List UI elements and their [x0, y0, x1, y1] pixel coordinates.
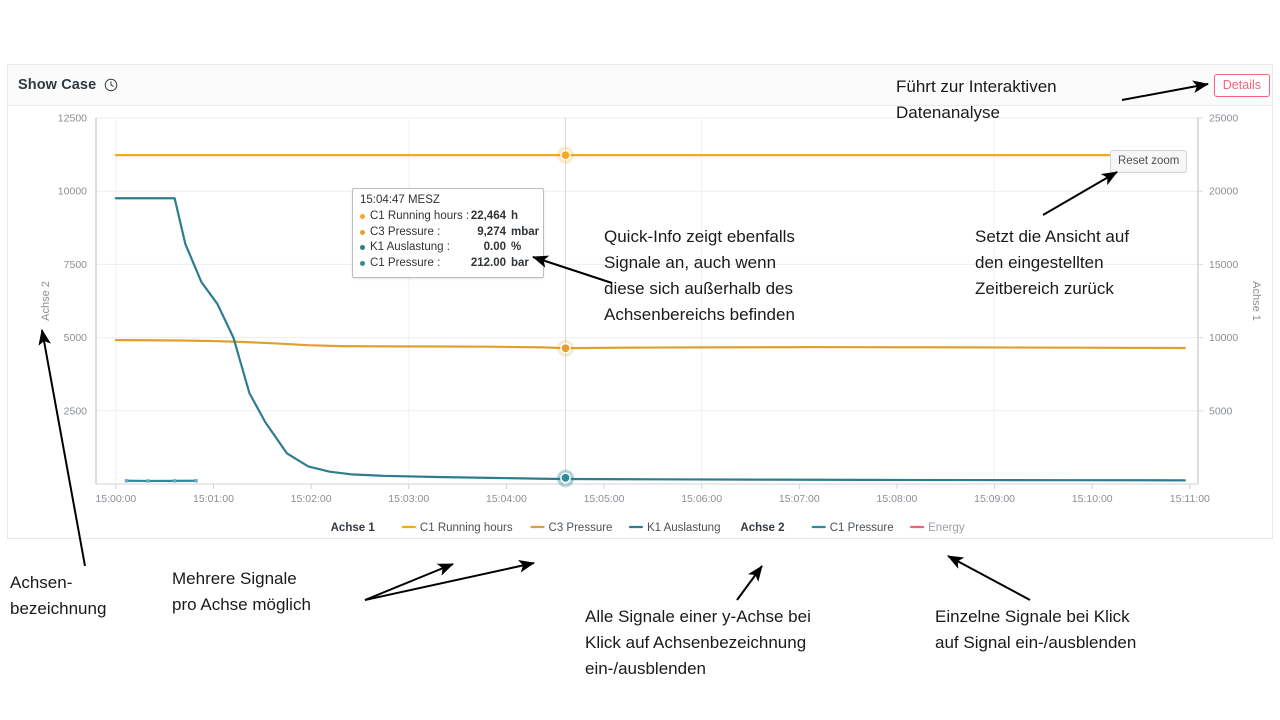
tooltip-series-dot: [360, 229, 365, 235]
screenshot-root: Show Case 2500 5000 7500 10000 12500 5000 1000…: [0, 0, 1280, 720]
legend-series-item[interactable]: C1 Pressure: [830, 522, 894, 534]
y-axis-left-title[interactable]: Achse 2: [40, 281, 52, 321]
x-axis-tick-label: 15:00:00: [95, 493, 136, 505]
x-axis-tick-label: 15:04:00: [486, 493, 527, 505]
tooltip-series-dot: [360, 260, 365, 266]
chart-tooltip: 15:04:47 MESZ C1 Running hours :22,464 h C…: [352, 188, 544, 278]
x-axis-tick-label: 15:10:00: [1072, 493, 1113, 505]
y-axis-left-tick-label: 2500: [64, 405, 88, 417]
annotation-axis-toggle: Alle Signale einer y-Achse bei Klick auf…: [585, 607, 811, 678]
x-axis-tick-label: 15:08:00: [876, 493, 917, 505]
x-axis-tick-label: 15:01:00: [193, 493, 234, 505]
tooltip-series-dot: [360, 214, 365, 220]
page-title: Show Case: [18, 77, 97, 93]
annotation-quickinfo: Quick-Info zeigt ebenfalls Signale an, a…: [604, 227, 795, 324]
tooltip-row: C1 Running hours :22,464 h: [360, 209, 536, 225]
tooltip-series-value: 22,464: [470, 210, 506, 222]
series-point-marker[interactable]: [194, 479, 198, 483]
tooltip-series-dot: [360, 245, 365, 251]
legend-axis-group-label[interactable]: Achse 2: [740, 522, 784, 534]
tooltip-series-unit: %: [511, 241, 522, 253]
clock-icon: [104, 78, 118, 92]
arrow-legend-energy: [947, 555, 1031, 601]
legend-series-item[interactable]: K1 Auslastung: [647, 522, 721, 534]
arrow-legend-c1-running-hours: [364, 563, 454, 601]
y-axis-right-tick-label: 10000: [1209, 332, 1238, 344]
y-axis-right-tick-label: 20000: [1209, 186, 1238, 198]
arrow-legend-achse-2: [736, 565, 763, 601]
x-axis-tick-label: 15:11:00: [1170, 493, 1210, 505]
tooltip-row: K1 Auslastung : 0.00%: [360, 240, 536, 256]
tooltip-row: C1 Pressure : 212.00 bar: [360, 256, 536, 272]
tooltip-row: C3 Pressure : 9,274 mbar: [360, 225, 540, 241]
tooltip-series-name: K1 Auslastung :: [370, 241, 450, 253]
tooltip-series-name: C3 Pressure :: [370, 225, 441, 238]
annotation-details: Führt zur Interaktiven Datenanalyse: [896, 77, 1057, 122]
y-axis-left-tick-label: 10000: [58, 186, 87, 198]
crosshair-marker[interactable]: [560, 342, 571, 354]
x-axis-tick-label: 15:05:00: [584, 493, 625, 505]
details-button[interactable]: Details: [1213, 74, 1270, 97]
y-axis-right-title[interactable]: Achse 1: [1250, 281, 1262, 321]
y-axis-left-tick-label: 12500: [58, 113, 87, 125]
annotation-multi-signal: Mehrere Signale pro Achse möglich: [172, 569, 311, 614]
y-axis-right-tick-label: 25000: [1209, 113, 1238, 125]
tooltip-series-value: 0.00: [483, 241, 506, 253]
annotation-axis-label: Achsen- bezeichnung: [10, 573, 107, 618]
tooltip-series-unit: bar: [511, 256, 529, 269]
tooltip-timestamp: 15:04:47 MESZ: [360, 194, 440, 206]
tooltip-series-name: C1 Running hours :: [370, 210, 470, 222]
series-point-marker[interactable]: [146, 479, 150, 483]
legend-axis-group-label[interactable]: Achse 1: [331, 522, 376, 534]
arrow-legend-c3-pressure: [364, 559, 535, 601]
crosshair-marker[interactable]: [560, 472, 571, 484]
x-axis-tick-label: 15:07:00: [779, 493, 820, 505]
y-axis-left-tick-label: 5000: [64, 332, 88, 344]
annotation-reset-zoom: Setzt die Ansicht auf den eingestellten …: [975, 227, 1130, 298]
legend-series-item[interactable]: C1 Running hours: [420, 522, 513, 534]
x-axis-tick-label: 15:02:00: [291, 493, 332, 505]
tooltip-series-name: C1 Pressure :: [370, 256, 441, 269]
series-point-marker[interactable]: [124, 479, 129, 483]
crosshair-marker[interactable]: [560, 149, 571, 161]
legend-series-item[interactable]: Energy: [928, 522, 965, 534]
y-axis-right-tick-label: 5000: [1209, 405, 1233, 417]
tooltip-series-value: 212.00: [470, 256, 506, 269]
y-axis-left-tick-label: 7500: [64, 259, 88, 271]
annotation-signal-toggle: Einzelne Signale bei Klick auf Signal ei…: [935, 607, 1137, 652]
tooltip-series-unit: mbar: [511, 225, 540, 238]
legend-series-item[interactable]: C3 Pressure: [549, 522, 613, 534]
x-axis-tick-label: 15:09:00: [974, 493, 1015, 505]
x-axis-tick-label: 15:03:00: [388, 493, 429, 505]
tooltip-series-value: 9,274: [477, 225, 506, 238]
tooltip-series-unit: h: [511, 210, 519, 222]
series-point-marker[interactable]: [172, 479, 177, 483]
reset-zoom-button[interactable]: Reset zoom: [1110, 150, 1188, 173]
x-axis-tick-label: 15:06:00: [681, 493, 722, 505]
